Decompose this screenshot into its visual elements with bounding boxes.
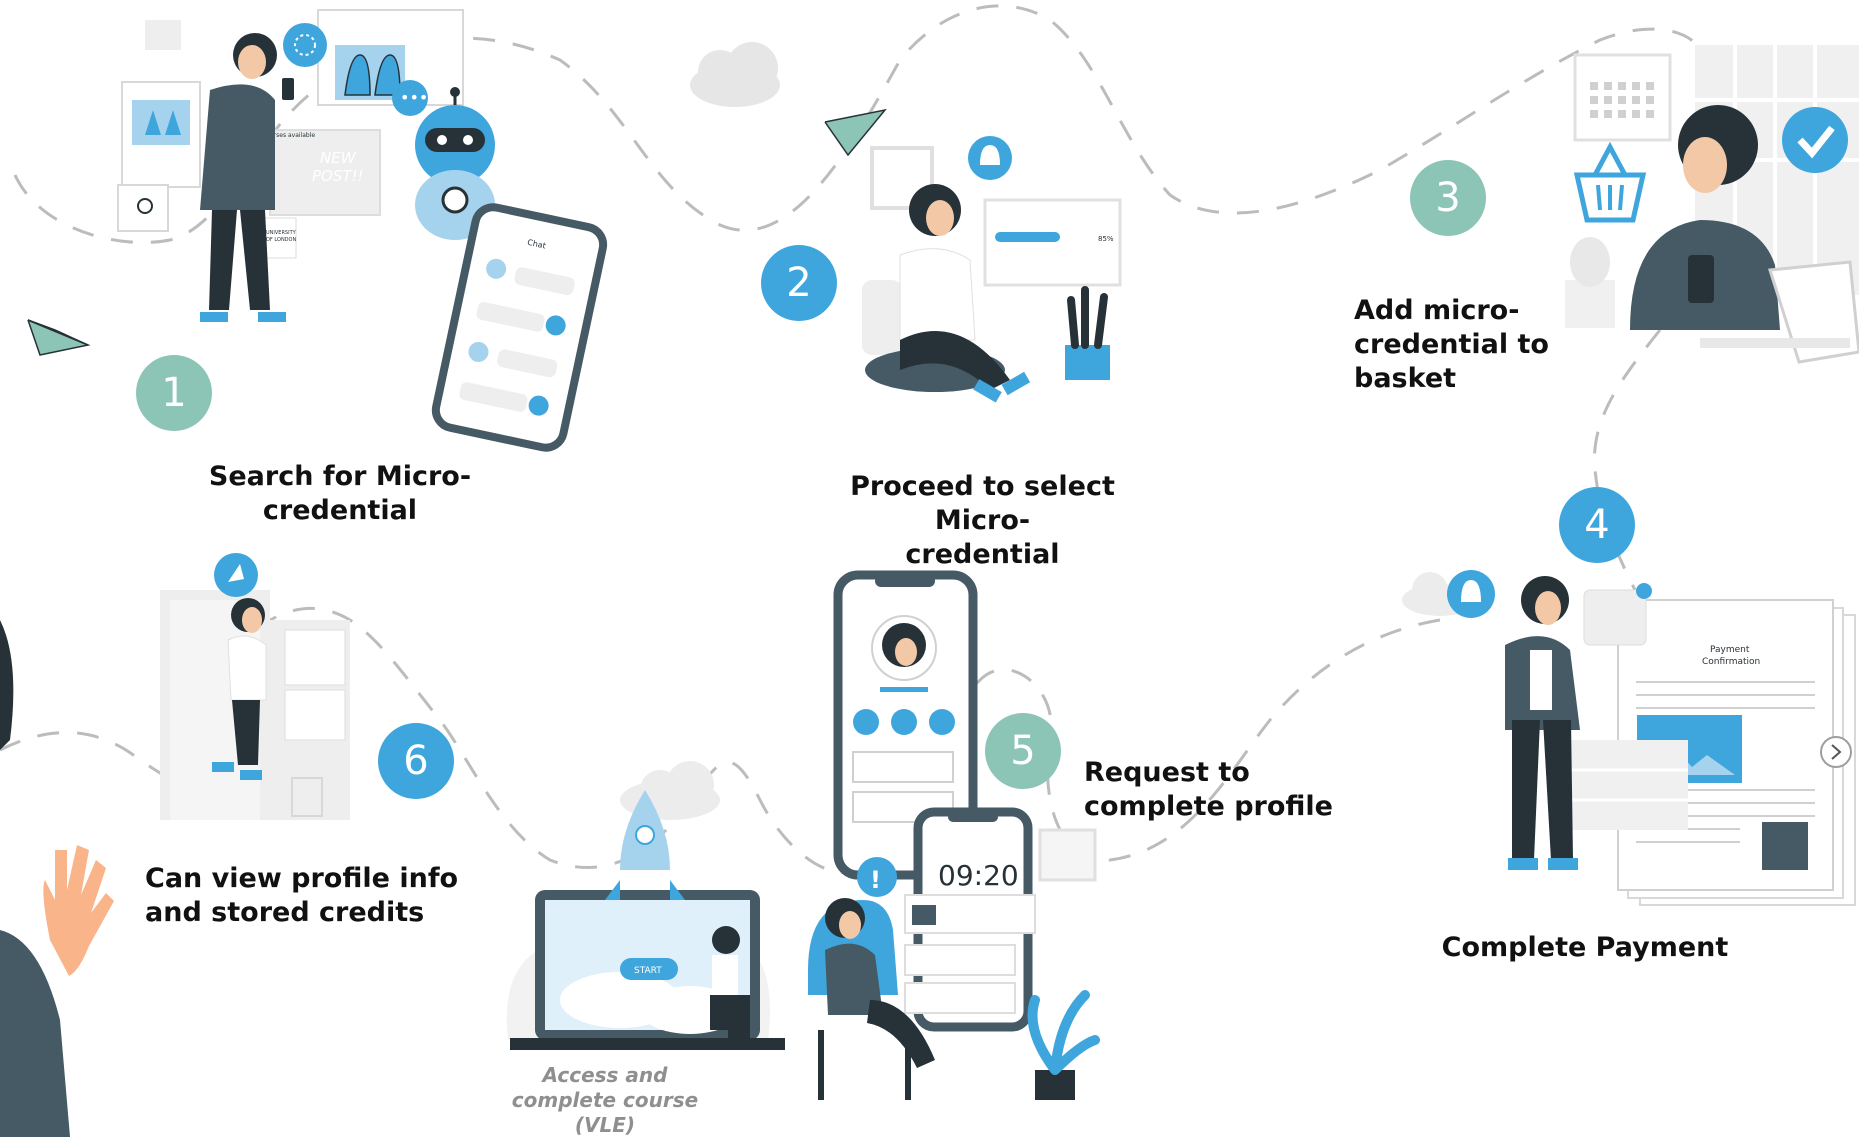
clock-text: 09:20 xyxy=(938,859,1019,892)
university-text: UNIVERSITY xyxy=(266,230,297,236)
alert-text: ! xyxy=(870,866,881,894)
svg-text:•••: ••• xyxy=(400,88,428,107)
payment-illustration: Payment Confirmation xyxy=(1447,570,1856,906)
svg-text:Confirmation: Confirmation xyxy=(1702,657,1760,667)
step-5-number: 5 xyxy=(985,713,1061,789)
payment-confirmation-text: Payment xyxy=(1710,645,1750,655)
step-2-label: Proceed to select Micro- credential xyxy=(850,471,1115,570)
step-6-number-text: 6 xyxy=(403,738,429,784)
step-4-number: 4 xyxy=(1559,487,1635,563)
select-illustration: 85% xyxy=(862,136,1122,403)
vle-label: Access and complete course (VLE) xyxy=(511,1063,699,1137)
step-1-label: Search for Micro- credential xyxy=(208,461,472,526)
step-2-number: 2 xyxy=(761,245,837,321)
start-button-text: START xyxy=(634,966,662,976)
step-5-label: Request to complete profile xyxy=(1084,757,1333,822)
paper-plane-icon xyxy=(27,319,91,356)
step-6-label: Can view profile info and stored credits xyxy=(145,863,459,928)
step-3-number: 3 xyxy=(1410,160,1486,236)
profile-request-illustration: 09:20 ! xyxy=(808,570,1100,1100)
step-1-number: 1 xyxy=(136,355,212,431)
step-5-number-text: 5 xyxy=(1010,728,1036,774)
progress-text: 85% xyxy=(1098,235,1114,243)
step-3-number-text: 3 xyxy=(1435,175,1461,221)
waving-person-illustration xyxy=(0,620,115,1137)
profile-view-illustration xyxy=(160,553,350,820)
step-6-number: 6 xyxy=(378,723,454,799)
vle-illustration: START xyxy=(506,790,785,1050)
cloud-icon xyxy=(690,42,780,107)
step-4-label: Complete Payment xyxy=(1441,932,1729,963)
step-1-number-text: 1 xyxy=(161,370,187,416)
step-2-number-text: 2 xyxy=(786,260,812,306)
step-4-number-text: 4 xyxy=(1584,502,1610,548)
step-3-label: Add micro- credential to basket xyxy=(1354,295,1549,394)
svg-text:OF LONDON: OF LONDON xyxy=(266,237,296,243)
